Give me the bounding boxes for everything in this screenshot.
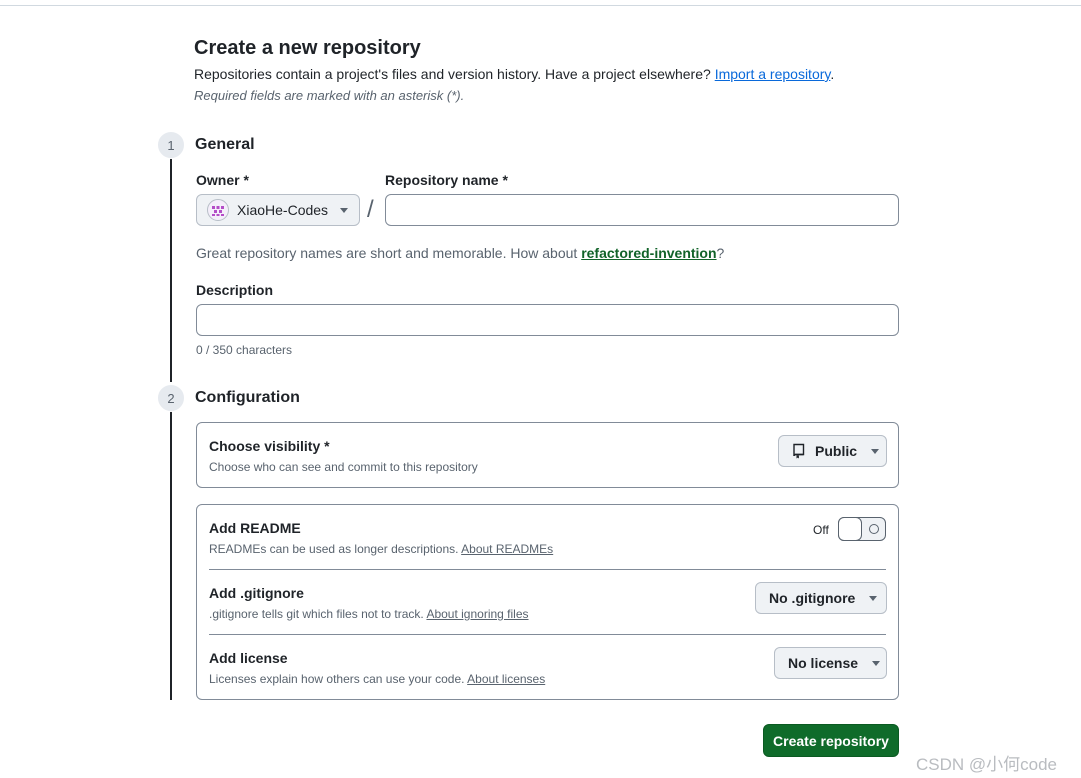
license-select[interactable]: No license — [774, 647, 887, 679]
step-1-marker: 1 — [157, 131, 185, 159]
suggested-name-link[interactable]: refactored-invention — [581, 245, 716, 261]
chevron-down-icon — [872, 660, 881, 666]
top-border — [0, 0, 1081, 6]
step-2-marker: 2 — [157, 384, 185, 412]
owner-label: Owner * — [196, 172, 249, 188]
license-title: Add license — [209, 650, 288, 666]
configuration-section-title: Configuration — [195, 389, 300, 406]
page-title: Create a new repository — [194, 37, 421, 59]
chevron-down-icon — [871, 448, 880, 454]
readme-toggle[interactable] — [838, 517, 886, 541]
hint-suffix: ? — [716, 245, 725, 261]
description-input[interactable] — [196, 304, 899, 336]
chevron-down-icon — [340, 207, 349, 213]
owner-value: XiaoHe-Codes — [237, 202, 329, 218]
license-desc-text: Licenses explain how others can use your… — [209, 672, 465, 686]
import-repository-link[interactable]: Import a repository — [715, 66, 831, 82]
owner-select[interactable]: XiaoHe-Codes — [196, 194, 360, 226]
visibility-value: Public — [815, 443, 858, 459]
subtitle-text: Repositories contain a project's files a… — [194, 66, 711, 82]
description-char-counter: 0 / 350 characters — [196, 343, 293, 357]
timeline-line-configuration — [170, 411, 172, 700]
repository-options-box: Add README READMEs can be used as longer… — [196, 504, 899, 700]
visibility-select[interactable]: Public — [778, 435, 887, 467]
gitignore-desc-text: .gitignore tells git which files not to … — [209, 607, 424, 621]
readme-toggle-state: Off — [813, 523, 829, 537]
repository-name-label: Repository name * — [385, 172, 508, 188]
toggle-off-icon — [869, 524, 879, 534]
subtitle-end: . — [830, 66, 835, 82]
general-section-title: General — [195, 136, 255, 153]
gitignore-select[interactable]: No .gitignore — [755, 582, 887, 614]
readme-description: READMEs can be used as longer descriptio… — [209, 542, 553, 556]
gitignore-value: No .gitignore — [769, 590, 856, 606]
about-ignoring-files-link[interactable]: About ignoring files — [426, 607, 528, 621]
chevron-down-icon — [869, 595, 878, 601]
create-repository-button[interactable]: Create repository — [763, 724, 899, 757]
visibility-title: Choose visibility * — [209, 438, 330, 454]
visibility-box: Choose visibility * Choose who can see a… — [196, 422, 899, 488]
hint-prefix: Great repository names are short and mem… — [196, 245, 578, 261]
license-value: No license — [788, 655, 859, 671]
gitignore-title: Add .gitignore — [209, 585, 304, 601]
timeline-line-general — [170, 158, 172, 382]
repo-icon — [792, 443, 806, 459]
description-label: Description — [196, 282, 274, 298]
visibility-description: Choose who can see and commit to this re… — [209, 460, 478, 474]
about-licenses-link[interactable]: About licenses — [467, 672, 545, 686]
divider — [209, 634, 886, 635]
repository-name-input[interactable] — [385, 194, 899, 226]
owner-avatar — [207, 199, 229, 221]
gitignore-description: .gitignore tells git which files not to … — [209, 607, 529, 621]
divider — [209, 569, 886, 570]
toggle-knob — [838, 517, 862, 541]
readme-title: Add README — [209, 520, 301, 536]
repository-name-hint: Great repository names are short and mem… — [196, 245, 724, 261]
about-readmes-link[interactable]: About READMEs — [461, 542, 553, 556]
watermark: CSDN @小何code — [916, 755, 1058, 774]
page-subtitle: Repositories contain a project's files a… — [194, 66, 834, 82]
readme-desc-text: READMEs can be used as longer descriptio… — [209, 542, 459, 556]
owner-repo-separator: / — [367, 196, 374, 223]
license-description: Licenses explain how others can use your… — [209, 672, 545, 686]
required-note: Required fields are marked with an aster… — [194, 88, 465, 103]
